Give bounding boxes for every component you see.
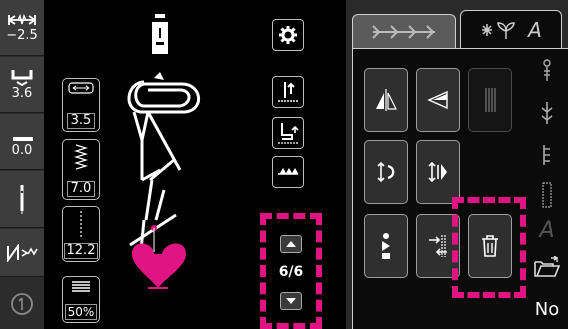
tab-pattern-letter: A <box>528 17 542 42</box>
stitch-width-setting[interactable]: −2.5 <box>0 0 44 56</box>
density-adjust-button[interactable]: 12.2 <box>62 206 100 262</box>
scroll-down-button[interactable] <box>280 292 302 310</box>
left-settings-column: −2.5 3.6 0.0 <box>0 0 44 329</box>
presser-foot-preview-icon <box>152 14 168 54</box>
rotate-button[interactable] <box>364 140 408 204</box>
mirror-vertical-button[interactable] <box>364 68 408 132</box>
zigzag-length-icon <box>74 144 88 170</box>
stitch-density-indicator <box>530 178 564 212</box>
stitch-sequence-button[interactable] <box>416 140 460 204</box>
single-stitch-button[interactable] <box>364 214 408 278</box>
mirror-vertical-icon <box>376 89 397 111</box>
mirror-horizontal-icon <box>427 90 448 110</box>
density-icon <box>80 211 82 237</box>
scroll-up-button[interactable] <box>280 235 302 253</box>
settings-button[interactable] <box>272 19 304 51</box>
bobbin-icon <box>543 59 551 81</box>
stitch-swap-icon <box>429 235 447 257</box>
balance-lines-icon <box>72 281 90 292</box>
rotate-arrows-icon <box>377 161 395 183</box>
font-indicator: A <box>539 217 555 243</box>
flower-text-icon <box>482 21 515 39</box>
width-value: 3.5 <box>67 113 95 129</box>
mirror-stitch-icon <box>7 243 38 262</box>
mirror-setting[interactable] <box>0 229 44 277</box>
presser-foot-button[interactable] <box>272 117 304 149</box>
density-value: 12.2 <box>63 243 99 259</box>
gear-icon <box>279 26 297 44</box>
stitch-sequence-icon <box>428 161 447 183</box>
presser-foot-icon <box>13 126 33 141</box>
needle-stitch-icon <box>541 102 553 124</box>
page-indicator: 6/6 <box>278 264 304 280</box>
delete-highlight <box>452 197 526 298</box>
stitch-length-setting[interactable]: 3.6 <box>0 57 44 113</box>
length-adjust-button[interactable]: 7.0 <box>62 139 100 200</box>
presser-foot-preview <box>150 14 170 56</box>
stitch-length-icon <box>11 70 33 86</box>
stitch-lines-icon <box>485 88 496 112</box>
foot-pressure-value: 0.0 <box>11 143 33 158</box>
density-bar-icon <box>542 182 552 208</box>
arrows-icon <box>372 24 435 39</box>
feed-dogs-icon <box>278 168 299 175</box>
bobbin-indicator <box>530 58 564 84</box>
triangle-down-icon <box>286 298 296 304</box>
foot-pressure-setting[interactable]: 0.0 <box>0 114 44 170</box>
width-adjust-button[interactable]: 3.5 <box>62 78 100 132</box>
length-value: 7.0 <box>67 181 95 197</box>
pattern-begin-button[interactable] <box>468 68 512 132</box>
needle-setting[interactable] <box>0 171 44 228</box>
balance-value: 50% <box>64 304 98 320</box>
tab-pattern-menu[interactable]: A <box>460 10 562 48</box>
presser-foot-lift-icon <box>278 123 299 144</box>
tension-icon <box>543 145 550 165</box>
tab-stitch-direction[interactable] <box>352 14 456 48</box>
feed-dogs-button[interactable] <box>272 156 304 188</box>
stitch-type-indicator <box>530 98 564 128</box>
single-stitch-icon <box>382 233 390 259</box>
thread-tension-indicator <box>530 140 564 170</box>
no-label: No <box>534 298 560 320</box>
mirror-horizontal-button[interactable] <box>416 68 460 132</box>
stitch-width-icon <box>8 13 36 25</box>
needle-up-icon <box>278 82 298 102</box>
needle-threader-button[interactable] <box>272 76 304 108</box>
folder-open-icon <box>534 256 561 277</box>
restart-one-icon <box>11 292 33 315</box>
balance-adjust-button[interactable]: 50% <box>62 276 100 323</box>
open-file-button[interactable] <box>530 252 564 282</box>
stitch-length-value: 3.6 <box>11 86 33 101</box>
stitch-width-value: −2.5 <box>6 28 38 43</box>
width-adjust-icon <box>68 82 94 94</box>
restart-setting[interactable] <box>0 278 44 329</box>
triangle-up-icon <box>286 241 296 247</box>
needle-icon <box>20 185 24 214</box>
stitch-pattern-preview <box>127 72 201 289</box>
